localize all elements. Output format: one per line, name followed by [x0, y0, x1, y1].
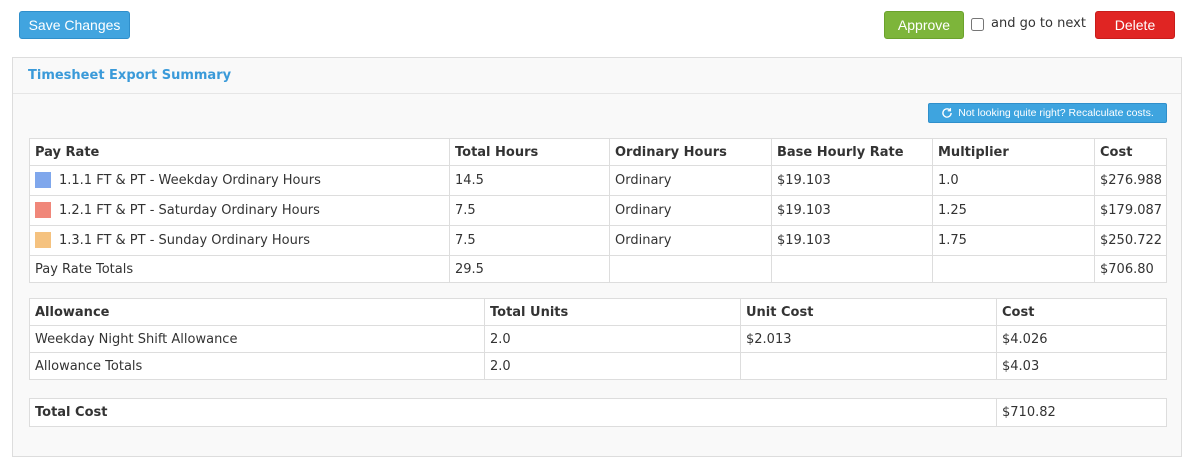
- panel-title: Timesheet Export Summary: [28, 68, 232, 83]
- unit-cost-cell: $2.013: [740, 325, 997, 353]
- multiplier-cell: 1.75: [932, 225, 1095, 256]
- cost-cell: $276.988: [1094, 165, 1167, 196]
- total-hours-cell: 7.5: [449, 225, 610, 256]
- totals-label: Allowance Totals: [29, 352, 485, 380]
- multiplier-cell: 1.0: [932, 165, 1095, 196]
- empty-cell: [932, 255, 1095, 283]
- recalculate-costs-button[interactable]: Not looking quite right? Recalculate cos…: [928, 103, 1167, 123]
- ordinary-hours-cell: Ordinary: [609, 165, 772, 196]
- empty-cell: [740, 352, 997, 380]
- pay-rate-name: 1.3.1 FT & PT - Sunday Ordinary Hours: [59, 233, 310, 248]
- pay-rate-name: 1.2.1 FT & PT - Saturday Ordinary Hours: [59, 203, 320, 218]
- pay-rate-name: 1.1.1 FT & PT - Weekday Ordinary Hours: [59, 173, 321, 188]
- total-hours-cell: 7.5: [449, 195, 610, 226]
- pay-rate-cell: 1.2.1 FT & PT - Saturday Ordinary Hours: [29, 195, 450, 226]
- column-header: Total Units: [484, 298, 741, 326]
- column-header: Pay Rate: [29, 138, 450, 166]
- table-row: 1.3.1 FT & PT - Sunday Ordinary Hours 7.…: [29, 225, 1167, 256]
- column-header: Unit Cost: [740, 298, 997, 326]
- column-header: Allowance: [29, 298, 485, 326]
- column-header: Cost: [996, 298, 1167, 326]
- ordinary-hours-cell: Ordinary: [609, 225, 772, 256]
- approve-button[interactable]: Approve: [884, 11, 964, 39]
- empty-cell: [609, 255, 772, 283]
- pay-rate-table: Pay Rate Total Hours Ordinary Hours Base…: [29, 138, 1167, 283]
- cost-cell: $250.722: [1094, 225, 1167, 256]
- pay-rate-cell: 1.3.1 FT & PT - Sunday Ordinary Hours: [29, 225, 450, 256]
- table-row: 1.1.1 FT & PT - Weekday Ordinary Hours 1…: [29, 165, 1167, 196]
- units-cell: 2.0: [484, 325, 741, 353]
- timesheet-export-summary-panel: Timesheet Export Summary Not looking qui…: [12, 57, 1182, 457]
- base-rate-cell: $19.103: [771, 195, 933, 226]
- total-cost-value: $710.82: [996, 398, 1167, 427]
- go-to-next-checkbox[interactable]: [971, 18, 984, 31]
- allowance-name-cell: Weekday Night Shift Allowance: [29, 325, 485, 353]
- cost-cell: $706.80: [1094, 255, 1167, 283]
- go-to-next-label: and go to next: [991, 16, 1086, 31]
- column-header: Ordinary Hours: [609, 138, 772, 166]
- save-changes-button[interactable]: Save Changes: [19, 11, 130, 39]
- total-cost-table: Total Cost $710.82: [29, 398, 1167, 427]
- column-header: Multiplier: [932, 138, 1095, 166]
- table-header-row: Allowance Total Units Unit Cost Cost: [29, 298, 1167, 326]
- table-row: 1.2.1 FT & PT - Saturday Ordinary Hours …: [29, 195, 1167, 226]
- pay-rate-cell: 1.1.1 FT & PT - Weekday Ordinary Hours: [29, 165, 450, 196]
- cost-cell: $4.026: [996, 325, 1167, 353]
- units-cell: 2.0: [484, 352, 741, 380]
- base-rate-cell: $19.103: [771, 225, 933, 256]
- column-header: Base Hourly Rate: [771, 138, 933, 166]
- column-header: Cost: [1094, 138, 1167, 166]
- recalculate-costs-label: Not looking quite right? Recalculate cos…: [958, 107, 1154, 119]
- table-header-row: Pay Rate Total Hours Ordinary Hours Base…: [29, 138, 1167, 166]
- delete-button[interactable]: Delete: [1095, 11, 1175, 39]
- cost-cell: $4.03: [996, 352, 1167, 380]
- base-rate-cell: $19.103: [771, 165, 933, 196]
- empty-cell: [771, 255, 933, 283]
- multiplier-cell: 1.25: [932, 195, 1095, 226]
- color-swatch: [35, 201, 51, 218]
- allowance-totals-row: Allowance Totals 2.0 $4.03: [29, 352, 1167, 380]
- total-cost-row: Total Cost $710.82: [29, 398, 1167, 427]
- totals-label: Pay Rate Totals: [29, 255, 450, 283]
- panel-header: Timesheet Export Summary: [13, 58, 1181, 94]
- column-header: Total Hours: [449, 138, 610, 166]
- total-hours-cell: 29.5: [449, 255, 610, 283]
- total-hours-cell: 14.5: [449, 165, 610, 196]
- pay-rate-totals-row: Pay Rate Totals 29.5 $706.80: [29, 255, 1167, 283]
- total-cost-label: Total Cost: [29, 398, 997, 427]
- color-swatch: [35, 171, 51, 188]
- refresh-icon: [942, 108, 953, 118]
- ordinary-hours-cell: Ordinary: [609, 195, 772, 226]
- cost-cell: $179.087: [1094, 195, 1167, 226]
- color-swatch: [35, 231, 51, 248]
- allowance-table: Allowance Total Units Unit Cost Cost Wee…: [29, 298, 1167, 380]
- table-row: Weekday Night Shift Allowance 2.0 $2.013…: [29, 325, 1167, 353]
